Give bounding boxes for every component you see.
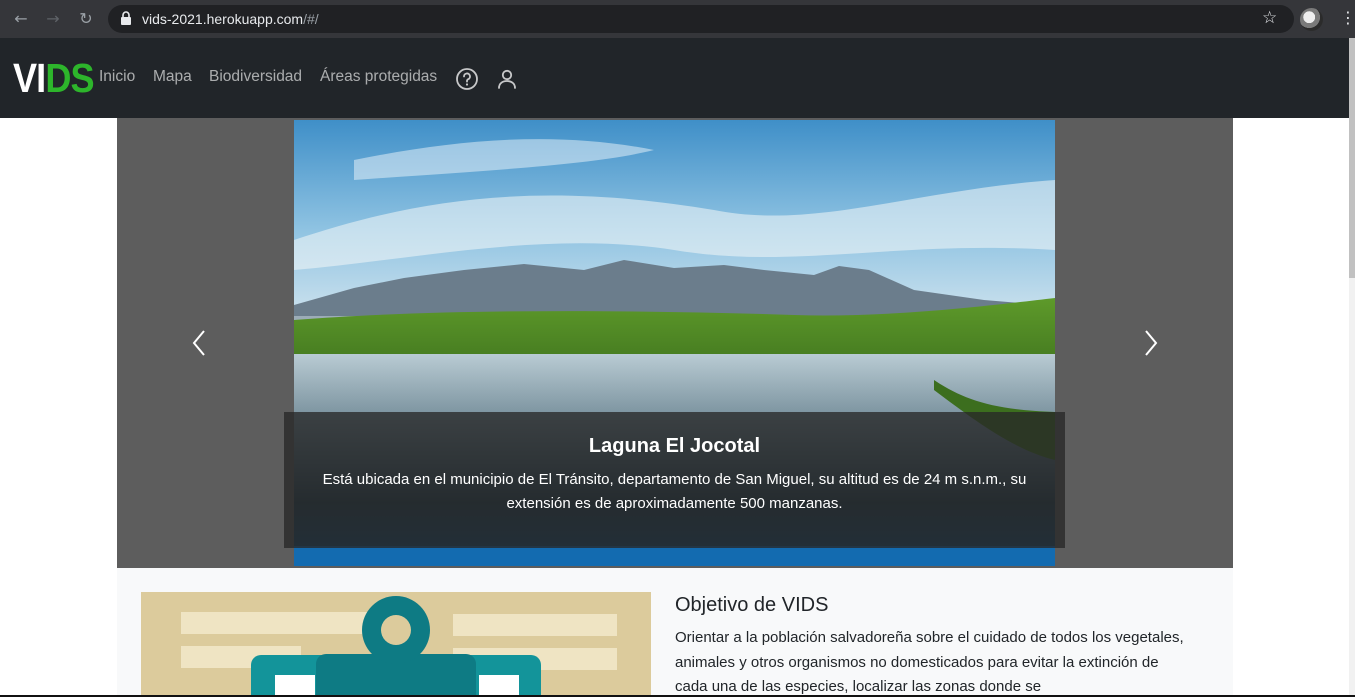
url-host: vids-2021.herokuapp.com — [142, 11, 304, 27]
image-carousel: Laguna El Jocotal Está ubicada en el mun… — [117, 118, 1233, 568]
page-scrollbar-thumb[interactable] — [1349, 38, 1355, 278]
objective-text: Orientar a la población salvadoreña sobr… — [675, 629, 1184, 695]
slide-title: Laguna El Jocotal — [588, 435, 761, 457]
menu-kebab-icon[interactable]: ⋮ — [1340, 9, 1355, 27]
nav-link-inicio[interactable]: Inicio — [99, 68, 135, 86]
logo-ds: DS — [45, 55, 94, 101]
url-text: vids-2021.herokuapp.com/#/ — [142, 11, 319, 27]
address-bar[interactable]: vids-2021.herokuapp.com/#/ — [108, 5, 1294, 33]
forward-arrow-icon[interactable]: → — [43, 9, 63, 29]
nav-link-mapa[interactable]: Mapa — [153, 68, 192, 86]
chevron-left-icon[interactable] — [188, 328, 212, 358]
person-icon[interactable] — [495, 67, 519, 91]
logo-vi: VI — [13, 55, 46, 101]
clipboard-illustration — [141, 592, 651, 697]
profile-avatar[interactable] — [1300, 8, 1323, 31]
slide-description: Está ubicada en el municipio de El Tráns… — [322, 471, 1027, 512]
back-arrow-icon[interactable]: ← — [11, 9, 31, 29]
browser-toolbar: ← → ↻ vids-2021.herokuapp.com/#/ ☆ ⋮ — [0, 0, 1355, 38]
lock-icon — [121, 11, 131, 25]
nav-link-biodiversidad[interactable]: Biodiversidad — [209, 68, 302, 86]
site-navbar: VIDS Inicio Mapa Biodiversidad Áreas pro… — [0, 38, 1355, 118]
carousel-caption: Laguna El Jocotal Está ubicada en el mun… — [284, 412, 1065, 548]
vids-logo[interactable]: VIDS — [13, 55, 95, 101]
objective-section: Objetivo de VIDS Orientar a la población… — [117, 568, 1233, 697]
bookmark-star-icon[interactable]: ☆ — [1262, 8, 1277, 28]
reload-icon[interactable]: ↻ — [76, 9, 96, 29]
url-path: /#/ — [303, 11, 319, 27]
nav-link-areas-protegidas[interactable]: Áreas protegidas — [320, 68, 437, 86]
question-circle-icon[interactable] — [455, 67, 479, 91]
objective-title: Objetivo de VIDS — [675, 594, 829, 616]
chevron-right-icon[interactable] — [1138, 328, 1162, 358]
